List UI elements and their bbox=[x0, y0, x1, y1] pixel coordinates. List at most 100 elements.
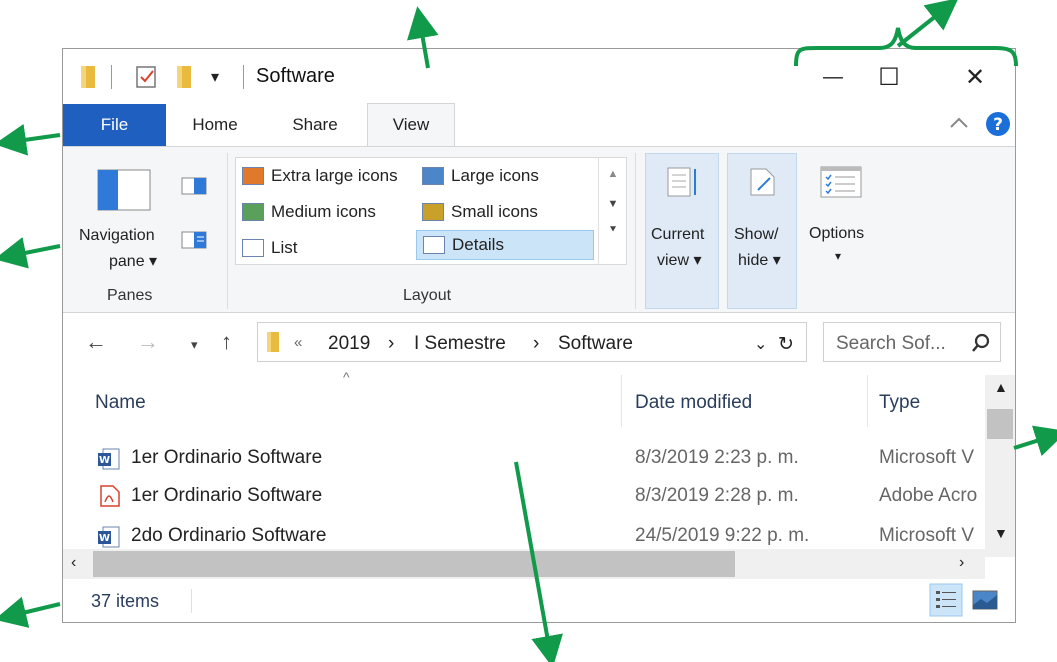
breadcrumb-separator[interactable]: › bbox=[533, 333, 539, 355]
tab-file[interactable]: File bbox=[63, 104, 166, 146]
preview-pane-icon[interactable] bbox=[181, 177, 207, 195]
file-row[interactable]: 1er Ordinario Software 8/3/2019 2:28 p. … bbox=[93, 481, 977, 515]
layout-large-icons[interactable]: Large icons bbox=[422, 161, 539, 191]
minimize-button[interactable]: — bbox=[805, 57, 861, 97]
horizontal-scroll-thumb[interactable] bbox=[93, 551, 735, 577]
file-row[interactable]: W 1er Ordinario Software 8/3/2019 2:23 p… bbox=[93, 443, 974, 477]
scroll-down-icon[interactable]: ▼ bbox=[994, 525, 1008, 541]
sort-ascending-icon: ^ bbox=[343, 369, 350, 385]
large-icons-view-toggle-icon[interactable] bbox=[971, 587, 1001, 613]
layout-extra-large-icons[interactable]: Extra large icons bbox=[242, 161, 398, 191]
tab-view[interactable]: View bbox=[367, 103, 455, 147]
file-date: 8/3/2019 2:23 p. m. bbox=[635, 447, 799, 468]
layout-gallery: Extra large icons Large icons Medium ico… bbox=[235, 157, 627, 265]
layout-small-icons[interactable]: Small icons bbox=[422, 197, 538, 227]
up-arrow-icon[interactable]: ↑ bbox=[221, 329, 232, 355]
ribbon-separator bbox=[635, 153, 636, 309]
horizontal-scrollbar[interactable]: ‹ › bbox=[63, 549, 985, 579]
show-hide-icon bbox=[750, 168, 775, 196]
current-view-icon bbox=[667, 167, 696, 197]
details-view-icon bbox=[423, 236, 445, 254]
vertical-scrollbar[interactable]: ▲ ▼ bbox=[985, 375, 1015, 557]
window-title: Software bbox=[256, 65, 335, 87]
layout-list[interactable]: List bbox=[242, 233, 297, 263]
file-type: Microsoft V bbox=[879, 447, 975, 468]
search-placeholder[interactable]: Search Sof... bbox=[836, 333, 946, 355]
recent-locations-chevron-icon[interactable]: ▾ bbox=[191, 337, 198, 353]
layout-item-label: List bbox=[271, 238, 298, 257]
close-button[interactable]: ✕ bbox=[947, 57, 1003, 97]
show-hide-label-2: hide ▾ bbox=[738, 252, 781, 269]
ribbon: Navigation pane ▾ Panes Extra large icon… bbox=[63, 146, 1015, 313]
options-label: Options bbox=[809, 225, 865, 242]
layout-item-label: Small icons bbox=[451, 202, 538, 221]
word-doc-icon: W bbox=[98, 448, 120, 470]
details-pane-icon[interactable] bbox=[181, 231, 207, 249]
file-explorer-window: ▾ Software — ☐ ✕ File Home Share View ? … bbox=[62, 48, 1016, 623]
column-divider[interactable] bbox=[867, 375, 868, 427]
navigation-pane-label-2[interactable]: pane ▾ bbox=[109, 251, 157, 271]
breadcrumb-semestre[interactable]: I Semestre bbox=[414, 333, 506, 355]
breadcrumb-separator[interactable]: › bbox=[388, 333, 394, 355]
layout-details[interactable]: Details bbox=[416, 230, 594, 260]
layout-item-label: Details bbox=[452, 235, 504, 254]
layout-medium-icons[interactable]: Medium icons bbox=[242, 197, 376, 227]
gallery-scroll[interactable]: ▲ ▼ ⯆ bbox=[598, 158, 627, 264]
navigation-pane-icon[interactable] bbox=[97, 169, 151, 211]
search-box[interactable]: Search Sof... bbox=[823, 322, 1001, 362]
help-icon[interactable]: ? bbox=[985, 111, 1011, 137]
file-type: Adobe Acro bbox=[879, 485, 978, 506]
column-header-name[interactable]: Name bbox=[95, 392, 146, 414]
item-count: 37 items bbox=[91, 591, 160, 611]
breadcrumb-software[interactable]: Software bbox=[558, 333, 633, 355]
svg-text:W: W bbox=[99, 455, 110, 466]
tab-share[interactable]: Share bbox=[281, 104, 349, 146]
current-view-button[interactable]: Current view ▾ bbox=[645, 153, 719, 309]
breadcrumb-2019[interactable]: 2019 bbox=[328, 333, 370, 355]
quick-access-dropdown[interactable]: ▾ bbox=[211, 67, 219, 87]
title-bar: ▾ Software — ☐ ✕ bbox=[63, 49, 1015, 103]
scroll-up-icon[interactable]: ▲ bbox=[994, 379, 1008, 395]
arrow-right bbox=[1013, 425, 1057, 457]
column-divider[interactable] bbox=[621, 375, 622, 427]
folder-icon[interactable] bbox=[79, 64, 97, 90]
forward-arrow-icon[interactable]: → bbox=[137, 329, 159, 355]
tab-home[interactable]: Home bbox=[179, 104, 251, 146]
pdf-icon bbox=[100, 485, 120, 507]
arrow-file bbox=[0, 123, 61, 156]
file-name: 2do Ordinario Software bbox=[131, 525, 327, 546]
collapse-ribbon-icon[interactable] bbox=[947, 113, 971, 133]
new-folder-icon[interactable] bbox=[175, 64, 193, 90]
search-icon bbox=[972, 333, 990, 352]
title-separator bbox=[111, 65, 112, 89]
layout-item-label: Medium icons bbox=[271, 202, 376, 221]
refresh-icon[interactable]: ↻ bbox=[778, 333, 794, 356]
panes-group-label: Panes bbox=[107, 287, 153, 304]
maximize-button[interactable]: ☐ bbox=[861, 57, 917, 97]
layout-item-label: Large icons bbox=[451, 166, 539, 185]
file-name: 1er Ordinario Software bbox=[131, 447, 323, 468]
current-view-label: Current bbox=[651, 226, 705, 243]
scroll-right-icon[interactable]: › bbox=[959, 554, 964, 572]
options-button[interactable]: Options ▾ bbox=[805, 153, 877, 309]
address-dropdown-chevron-icon[interactable]: ⌄ bbox=[754, 334, 767, 354]
properties-check-icon[interactable] bbox=[135, 64, 159, 90]
arrow-status bbox=[0, 596, 61, 628]
vertical-scroll-thumb[interactable] bbox=[987, 409, 1013, 439]
show-hide-label: Show/ bbox=[734, 226, 779, 243]
address-bar[interactable]: « 2019 › I Semestre › Software ⌄ ↻ bbox=[257, 322, 807, 362]
back-arrow-icon[interactable]: ← bbox=[85, 329, 107, 355]
file-name: 1er Ordinario Software bbox=[131, 485, 323, 506]
column-header-date-modified[interactable]: Date modified bbox=[635, 392, 752, 414]
layout-item-label: Extra large icons bbox=[271, 166, 398, 185]
show-hide-button[interactable]: Show/ hide ▾ bbox=[727, 153, 797, 309]
navigation-pane-label[interactable]: Navigation bbox=[79, 227, 155, 245]
breadcrumb-overflow[interactable]: « bbox=[294, 334, 302, 351]
ribbon-separator bbox=[227, 153, 228, 309]
column-header-type[interactable]: Type bbox=[879, 392, 920, 414]
svg-text:?: ? bbox=[993, 115, 1003, 135]
details-view-toggle-icon[interactable] bbox=[929, 583, 963, 617]
scroll-left-icon[interactable]: ‹ bbox=[71, 554, 76, 572]
file-date: 24/5/2019 9:22 p. m. bbox=[635, 525, 810, 546]
options-icon bbox=[820, 166, 862, 198]
